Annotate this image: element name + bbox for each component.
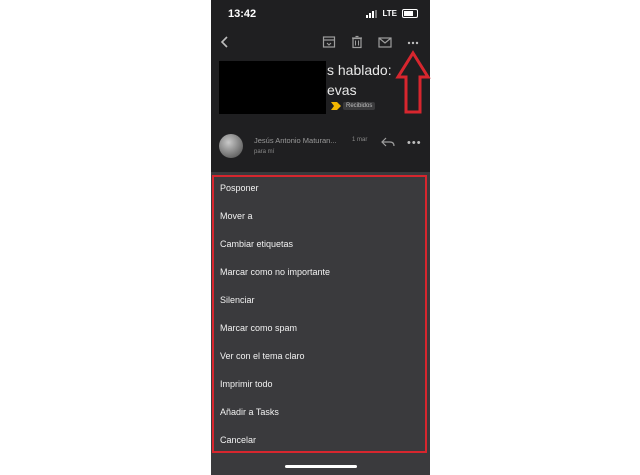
avatar bbox=[219, 134, 243, 158]
sender-name: Jesús Antonio Maturan... bbox=[254, 136, 337, 145]
label-chip[interactable]: Recibidos bbox=[343, 102, 376, 110]
redaction-block bbox=[219, 61, 326, 114]
signal-icon bbox=[366, 9, 378, 18]
home-indicator[interactable] bbox=[285, 465, 357, 468]
mail-icon[interactable] bbox=[377, 34, 393, 50]
menu-item-no-importante[interactable]: Marcar como no importante bbox=[220, 267, 330, 277]
menu-item-silenciar[interactable]: Silenciar bbox=[220, 295, 255, 305]
trash-icon[interactable] bbox=[349, 34, 365, 50]
reply-icon[interactable] bbox=[381, 136, 395, 148]
important-marker-icon bbox=[331, 102, 341, 110]
menu-item-imprimir[interactable]: Imprimir todo bbox=[220, 379, 273, 389]
email-date: 1 mar bbox=[352, 137, 368, 143]
action-sheet: Posponer Mover a Cambiar etiquetas Marca… bbox=[211, 172, 430, 475]
menu-item-tema-claro[interactable]: Ver con el tema claro bbox=[220, 351, 305, 361]
menu-item-posponer[interactable]: Posponer bbox=[220, 183, 259, 193]
subject-line-2: evas bbox=[327, 82, 357, 98]
menu-item-spam[interactable]: Marcar como spam bbox=[220, 323, 297, 333]
menu-item-tasks[interactable]: Añadir a Tasks bbox=[220, 407, 279, 417]
menu-item-cambiar-etiquetas[interactable]: Cambiar etiquetas bbox=[220, 239, 293, 249]
more-options-icon[interactable]: ••• bbox=[407, 138, 422, 149]
network-label: LTE bbox=[382, 9, 397, 18]
status-bar: 13:42 LTE bbox=[211, 0, 430, 28]
archive-icon[interactable] bbox=[321, 34, 337, 50]
back-arrow-icon[interactable] bbox=[217, 34, 233, 50]
menu-item-cancelar[interactable]: Cancelar bbox=[220, 435, 256, 445]
status-icons: LTE bbox=[366, 9, 418, 18]
status-time: 13:42 bbox=[228, 8, 257, 20]
subject-line-1: s hablado: bbox=[327, 62, 392, 78]
battery-icon bbox=[402, 9, 418, 18]
recipient-label[interactable]: para mí bbox=[254, 149, 274, 155]
more-horizontal-icon[interactable] bbox=[405, 34, 421, 50]
sender-row: Jesús Antonio Maturan... 1 mar para mí •… bbox=[211, 128, 430, 168]
menu-item-mover[interactable]: Mover a bbox=[220, 211, 253, 221]
red-arrow-annotation bbox=[395, 50, 431, 114]
